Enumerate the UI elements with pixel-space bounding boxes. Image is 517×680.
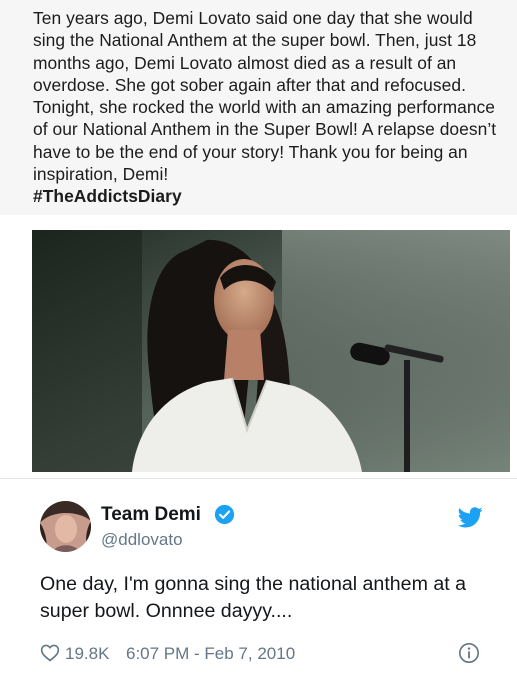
tweet-timestamp[interactable]: 6:07 PM - Feb 7, 2010 — [126, 644, 295, 664]
avatar[interactable] — [40, 501, 91, 552]
heart-icon[interactable] — [40, 643, 60, 662]
twitter-bird-icon[interactable] — [457, 507, 483, 528]
hashtag-link[interactable]: #TheAddictsDiary — [33, 185, 497, 207]
embedded-tweet[interactable]: Team Demi @ddlovato One day, I'm gonna s… — [0, 478, 517, 680]
info-icon[interactable] — [458, 642, 480, 664]
post-body-text: Ten years ago, Demi Lovato said one day … — [33, 8, 497, 185]
tweet-text: One day, I'm gonna sing the national ant… — [40, 573, 467, 622]
screenshot: Ten years ago, Demi Lovato said one day … — [0, 0, 517, 680]
tweet-meta: 19.8K 6:07 PM - Feb 7, 2010 — [40, 642, 490, 666]
display-name[interactable]: Team Demi — [101, 504, 201, 526]
like-count: 19.8K — [65, 644, 110, 663]
user-handle[interactable]: @ddlovato — [101, 530, 183, 550]
verified-badge-icon — [214, 504, 235, 525]
performance-photo — [32, 230, 510, 472]
post-caption: Ten years ago, Demi Lovato said one day … — [0, 0, 517, 215]
